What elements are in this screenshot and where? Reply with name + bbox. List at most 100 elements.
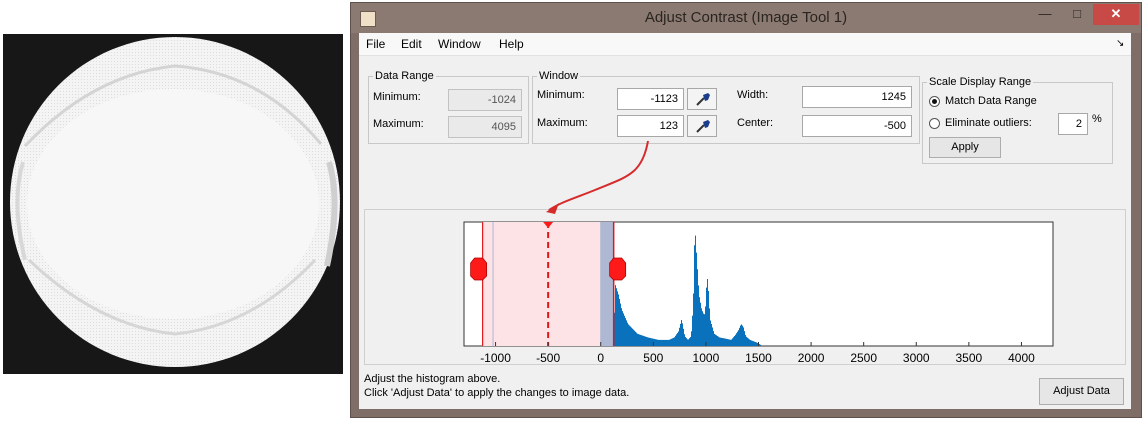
data-range-max-label: Maximum: [373,118,424,130]
histogram-bar [665,339,666,346]
histogram-bar [673,337,674,346]
histogram-bar [743,327,744,346]
histogram-bar [742,325,743,346]
menu-edit[interactable]: Edit [401,37,422,51]
window-max-field[interactable]: 123 [617,115,684,137]
histogram-bar [647,337,648,346]
histogram-bar [657,339,658,346]
minimize-button[interactable]: — [1031,4,1059,24]
x-axis-tick-label: 500 [643,351,663,364]
x-axis-tick-label: 1500 [745,351,772,364]
match-data-range-label: Match Data Range [945,95,1037,107]
histogram-panel: -1000 -500 0 500 1000 1500 2000 2500 3000 3500 400… [364,209,1126,365]
histogram-bar [700,302,701,346]
histogram-bar [729,339,730,346]
histogram-bar [641,335,642,346]
window-max-handle[interactable] [609,257,627,281]
histogram-bar [754,341,755,346]
histogram-bar [635,331,636,346]
window-center-field[interactable]: -500 [802,115,912,137]
histogram-bar [747,337,748,346]
window-min-handle[interactable] [470,257,488,281]
histogram-bar [726,338,727,346]
window-width-field[interactable]: 1245 [802,86,912,108]
histogram-bar [679,327,680,346]
histogram-bar [644,336,645,346]
dock-arrow-icon[interactable]: ↘ [1116,38,1124,49]
close-button[interactable]: ✕ [1093,4,1139,25]
histogram-bar [749,339,750,346]
histogram-bar [751,340,752,346]
window-min-field[interactable]: -1123 [617,88,684,110]
window-group-legend: Window [539,70,579,82]
window-width-label: Width: [737,89,769,101]
histogram-bar [755,341,756,346]
histogram-bar [681,320,682,346]
histogram-bar [699,297,700,346]
histogram-bar [636,332,637,346]
histogram-bar [654,338,655,346]
histogram-bar [753,341,754,346]
histogram-bar [733,337,734,346]
histogram-bar [661,339,662,346]
histogram-bar [706,287,707,346]
histogram-bar [735,334,736,346]
histogram-bar [651,338,652,346]
histogram-bar [738,330,739,346]
histogram-bar [623,313,624,346]
histogram-bar [632,328,633,346]
scale-display-legend: Scale Display Range [929,76,1032,88]
histogram-bar [750,340,751,346]
histogram-bar [677,332,678,346]
title-bar[interactable]: Adjust Contrast (Image Tool 1) — □ ✕ [351,3,1141,33]
menu-file[interactable]: File [366,37,385,51]
histogram-bar [643,335,644,346]
histogram-bar [757,342,758,346]
histogram-bar [696,252,697,346]
histogram-bar [697,269,698,346]
match-data-range-radio[interactable] [929,96,940,107]
histogram-bar [688,339,689,346]
histogram-bar [756,342,757,346]
data-range-min-label: Minimum: [373,91,421,103]
data-range-max-field: 4095 [448,116,522,138]
histogram-bar [701,308,702,346]
histogram-bar [734,336,735,346]
x-axis-tick-label: 2500 [850,351,877,364]
eliminate-outliers-radio[interactable] [929,118,940,129]
histogram-bar [723,338,724,346]
histogram-bar [685,336,686,346]
apply-button[interactable]: Apply [929,137,1001,158]
outliers-percent-field[interactable]: 2 [1058,113,1088,135]
histogram-bar [704,314,705,346]
histogram-bar [624,315,625,346]
histogram-bar [748,338,749,346]
histogram-bar [648,337,649,346]
histogram-chart[interactable]: -1000 -500 0 500 1000 1500 2000 2500 3000 3500 400… [365,210,1125,364]
maximize-button[interactable]: □ [1063,4,1091,24]
histogram-bar [667,339,668,346]
histogram-bar [680,323,681,346]
percent-sign: % [1092,113,1102,125]
histogram-bar [752,340,753,346]
histogram-bar [761,345,762,346]
histogram-bar [760,344,761,346]
eyedropper-icon [696,120,710,133]
histogram-bar [719,337,720,346]
histogram-bar [634,330,635,346]
histogram-bar [714,333,715,346]
menu-help[interactable]: Help [499,37,524,51]
histogram-bar [646,336,647,346]
histogram-bar [616,288,617,346]
histogram-bar [727,339,728,346]
window-max-eyedropper-button[interactable] [687,115,717,137]
window-min-eyedropper-button[interactable] [687,88,717,110]
histogram-bar [650,338,651,346]
window-min-label: Minimum: [537,89,585,101]
menu-window[interactable]: Window [438,37,481,51]
adjust-data-button[interactable]: Adjust Data [1039,378,1124,405]
histogram-bar [615,285,616,346]
status-line-1: Adjust the histogram above. [364,373,501,385]
histogram-bar [746,336,747,346]
histogram-bar [674,337,675,346]
